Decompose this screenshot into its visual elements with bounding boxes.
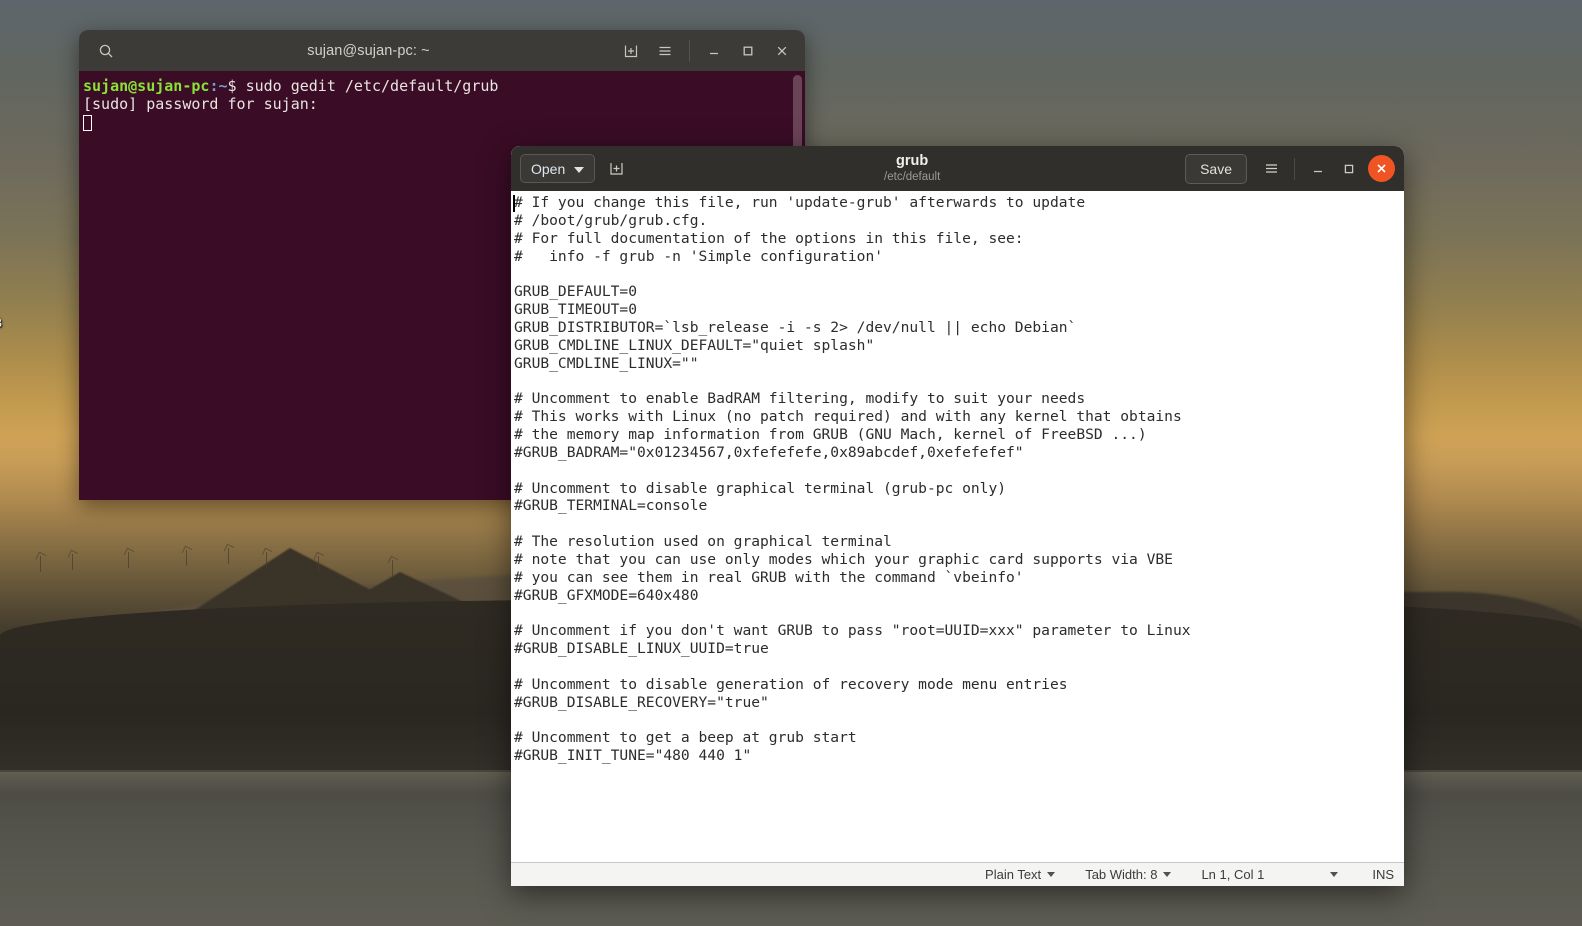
wind-turbine-icon xyxy=(128,552,129,568)
hamburger-menu-icon[interactable] xyxy=(1255,154,1287,184)
titlebar-divider xyxy=(689,39,690,62)
maximize-icon[interactable] xyxy=(731,36,765,66)
cursor-position-label: Ln 1, Col 1 xyxy=(1201,867,1265,882)
gedit-title-block: grub /etc/default xyxy=(639,153,1185,183)
hamburger-menu-icon[interactable] xyxy=(648,36,682,66)
wind-turbine-icon xyxy=(72,554,73,570)
terminal-titlebar[interactable]: sujan@sujan-pc: ~ xyxy=(79,30,805,71)
search-icon[interactable] xyxy=(89,36,123,66)
desktop[interactable]: B sujan@sujan-pc: ~ xyxy=(0,0,1582,926)
gedit-text-editor[interactable]: # If you change this file, run 'update-g… xyxy=(511,191,1404,862)
terminal-title: sujan@sujan-pc: ~ xyxy=(307,42,430,59)
terminal-prompt-path: :~ xyxy=(209,77,228,95)
close-icon[interactable] xyxy=(765,36,799,66)
close-icon[interactable] xyxy=(1368,155,1395,182)
terminal-command: sudo gedit /etc/default/grub xyxy=(245,77,499,95)
gedit-file-path: /etc/default xyxy=(884,170,941,183)
terminal-prompt-line: sujan@sujan-pc:~$ sudo gedit /etc/defaul… xyxy=(83,77,805,95)
text-caret xyxy=(513,195,515,212)
terminal-prompt-user: sujan@sujan-pc xyxy=(83,77,210,95)
maximize-icon[interactable] xyxy=(1333,154,1364,184)
terminal-prompt-symbol: $ xyxy=(227,77,246,95)
wind-turbine-icon xyxy=(228,548,229,564)
gedit-headerbar[interactable]: Open grub /etc/default Save xyxy=(511,146,1404,191)
cursor-position-selector[interactable]: Ln 1, Col 1 xyxy=(1201,867,1339,882)
chevron-down-icon xyxy=(574,161,585,177)
wind-turbine-icon xyxy=(318,556,319,572)
chevron-down-icon xyxy=(1163,872,1172,877)
minimize-icon[interactable] xyxy=(697,36,731,66)
gedit-statusbar: Plain Text Tab Width: 8 Ln 1, Col 1 INS xyxy=(511,862,1404,886)
wind-turbine-icon xyxy=(186,550,187,566)
wind-turbine-icon xyxy=(40,556,41,572)
open-button[interactable]: Open xyxy=(520,154,596,183)
insert-mode-indicator[interactable]: INS xyxy=(1372,867,1394,882)
page-title: grub xyxy=(896,153,929,170)
minimize-icon[interactable] xyxy=(1302,154,1333,184)
open-button-label: Open xyxy=(531,160,566,177)
document-content[interactable]: # If you change this file, run 'update-g… xyxy=(513,194,1404,765)
language-selector[interactable]: Plain Text xyxy=(985,867,1056,882)
language-label: Plain Text xyxy=(985,867,1042,882)
wind-turbine-icon xyxy=(266,552,267,568)
headerbar-divider xyxy=(1294,157,1295,180)
terminal-cursor-line xyxy=(83,114,805,132)
save-button[interactable]: Save xyxy=(1185,153,1247,184)
gedit-window[interactable]: Open grub /etc/default Save # If you cha… xyxy=(511,146,1404,886)
desktop-icon-label[interactable]: B xyxy=(0,316,2,330)
terminal-password-prompt: [sudo] password for sujan: xyxy=(83,95,318,114)
new-document-icon[interactable] xyxy=(601,154,631,183)
new-tab-icon[interactable] xyxy=(614,36,648,66)
wind-turbine-icon xyxy=(392,560,393,576)
tab-width-selector[interactable]: Tab Width: 8 xyxy=(1085,867,1172,882)
chevron-down-icon xyxy=(1047,872,1056,877)
chevron-down-icon xyxy=(1330,872,1339,877)
terminal-cursor xyxy=(83,114,92,131)
tab-width-label: Tab Width: 8 xyxy=(1085,867,1158,882)
